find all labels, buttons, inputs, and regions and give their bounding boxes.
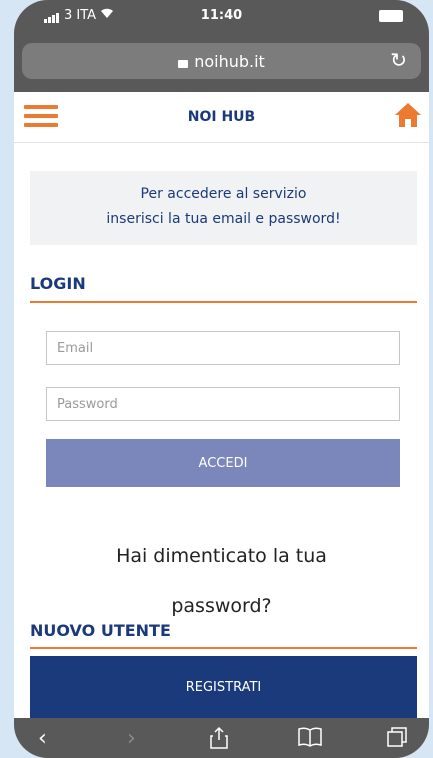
register-button[interactable]: REGISTRATI [30, 656, 417, 718]
address-bar[interactable]: noihub.it ↻ [22, 43, 421, 79]
domain-label: noihub.it [194, 52, 265, 71]
tabs-icon[interactable] [386, 726, 408, 754]
forgot-line-1: Hai dimenticato la tua [116, 545, 327, 567]
browser-toolbar: ‹ › [14, 718, 429, 758]
info-box: Per accedere al servizio inserisci la tu… [30, 171, 417, 245]
browser-screen: 3 ITA 11:40 noihub.it ↻ NOI HUB Per acce… [14, 0, 429, 758]
reload-icon[interactable]: ↻ [390, 48, 407, 72]
password-field[interactable] [46, 387, 400, 421]
address-text: noihub.it [22, 52, 421, 71]
login-title: LOGIN [30, 274, 86, 293]
phone-frame: 3 ITA 11:40 noihub.it ↻ NOI HUB Per acce… [14, 0, 429, 758]
lock-icon [178, 60, 189, 68]
back-icon[interactable]: ‹ [38, 726, 47, 751]
forward-icon[interactable]: › [127, 726, 136, 751]
new-user-title: NUOVO UTENTE [30, 621, 171, 640]
battery-icon [379, 10, 403, 22]
bookmarks-icon[interactable] [297, 726, 323, 754]
home-icon[interactable] [393, 100, 423, 130]
login-button[interactable]: ACCEDI [46, 439, 400, 487]
url-bar-area: noihub.it ↻ [14, 30, 429, 92]
clock: 11:40 [200, 8, 243, 23]
email-field[interactable] [46, 331, 400, 365]
info-line-2: inserisci la tua email e password! [106, 211, 341, 227]
page-content: Per accedere al servizio inserisci la tu… [14, 143, 429, 718]
site-title: NOI HUB [187, 109, 256, 125]
forgot-password-link[interactable]: Hai dimenticato la tua password? [14, 531, 429, 631]
status-bar: 3 ITA 11:40 [14, 0, 429, 30]
login-divider [30, 301, 417, 303]
site-header: NOI HUB [14, 92, 429, 143]
share-icon[interactable] [209, 726, 229, 756]
info-line-1: Per accedere al servizio [140, 186, 307, 202]
new-user-divider [30, 647, 417, 649]
